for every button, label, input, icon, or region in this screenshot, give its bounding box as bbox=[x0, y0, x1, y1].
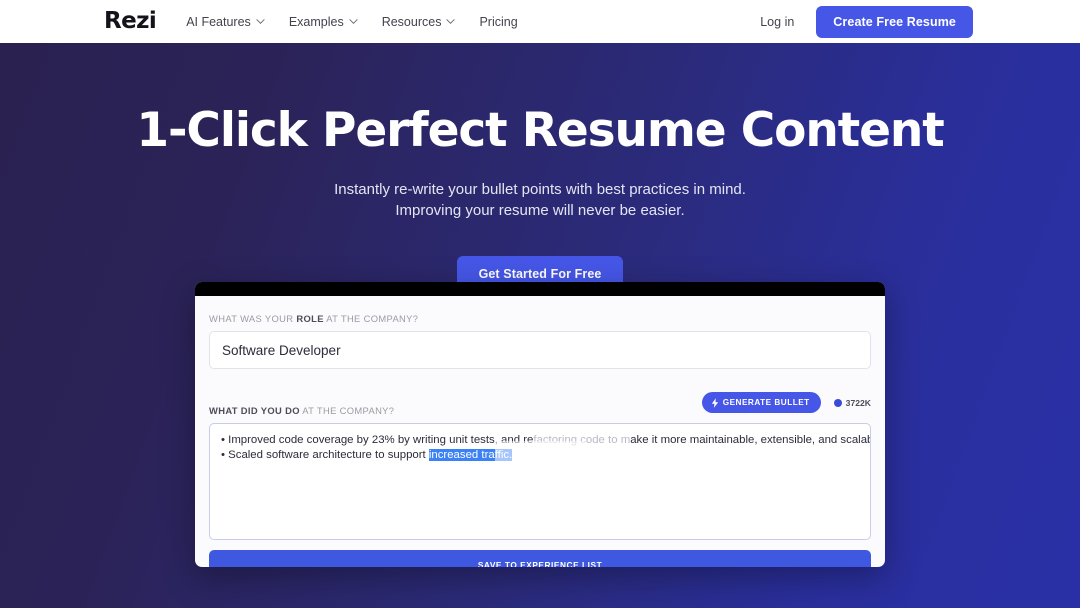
credit-coin-icon bbox=[833, 398, 842, 407]
chevron-down-icon bbox=[349, 17, 358, 25]
chevron-down-icon bbox=[446, 17, 456, 25]
page-title: 1-Click Perfect Resume Content bbox=[136, 103, 944, 158]
hero-subtitle: Instantly re-write your bullet points wi… bbox=[0, 179, 1080, 222]
lightning-bolt-icon bbox=[711, 398, 719, 408]
app-titlebar bbox=[195, 282, 885, 296]
credits-badge: 3722K bbox=[833, 397, 871, 408]
app-body: WHAT WAS YOUR ROLE AT THE COMPANY? Softw… bbox=[195, 296, 885, 567]
role-label-prefix: WHAT WAS YOUR bbox=[209, 313, 297, 324]
bullet-line-2-selected-text[interactable]: increased traffic. bbox=[428, 449, 513, 462]
nav-item-examples[interactable]: Examples bbox=[288, 14, 358, 29]
bullet-line-2-pre: • Scaled software architecture to suppor… bbox=[221, 449, 429, 462]
role-label-suffix: AT THE COMPANY? bbox=[323, 313, 419, 324]
did-label-bold: WHAT DID YOU DO bbox=[209, 405, 300, 416]
bullet-line-2: • Scaled software architecture to suppor… bbox=[221, 448, 859, 463]
hero-subtitle-line-1: Instantly re-write your bullet points wi… bbox=[334, 180, 746, 198]
nav-item-pricing-label: Pricing bbox=[479, 14, 518, 29]
bullet-line-1-post: ake it more maintainable, extensible, an… bbox=[630, 434, 871, 446]
nav-right-actions: Log in Create Free Resume bbox=[760, 5, 973, 38]
role-field-label: WHAT WAS YOUR ROLE AT THE COMPANY? bbox=[209, 313, 871, 324]
did-row: WHAT DID YOU DO AT THE COMPANY? GENERATE… bbox=[209, 392, 871, 416]
app-preview-card: WHAT WAS YOUR ROLE AT THE COMPANY? Softw… bbox=[195, 282, 885, 567]
nav-item-ai-features[interactable]: AI Features bbox=[186, 14, 265, 29]
save-to-experience-list-button[interactable]: SAVE TO EXPERIENCE LIST bbox=[209, 550, 871, 567]
role-input[interactable]: Software Developer bbox=[209, 331, 871, 369]
bullets-textarea[interactable]: • Improved code coverage by 23% by writi… bbox=[209, 423, 871, 540]
login-link[interactable]: Log in bbox=[760, 15, 794, 29]
role-input-value: Software Developer bbox=[222, 342, 341, 358]
did-label-suffix: AT THE COMPANY? bbox=[299, 405, 395, 416]
credits-value: 3722K bbox=[845, 397, 871, 408]
nav-item-pricing[interactable]: Pricing bbox=[479, 15, 517, 29]
chevron-down-icon bbox=[256, 17, 265, 25]
rezi-logo[interactable]: Rezi bbox=[104, 10, 157, 33]
nav-item-ai-features-label: AI Features bbox=[186, 14, 251, 29]
nav-item-examples-label: Examples bbox=[288, 14, 344, 29]
role-label-bold: ROLE bbox=[296, 313, 324, 324]
generate-bullet-label: GENERATE BULLET bbox=[722, 398, 810, 407]
nav-item-resources-label: Resources bbox=[381, 14, 442, 29]
did-field-label: WHAT DID YOU DO AT THE COMPANY? bbox=[209, 405, 394, 416]
top-navbar: Rezi AI Features Examples Resources Pric… bbox=[0, 0, 1080, 43]
generate-bullet-button[interactable]: GENERATE BULLET bbox=[701, 392, 821, 413]
bullet-line-1: • Improved code coverage by 23% by writi… bbox=[221, 433, 870, 448]
bullet-line-1-pre: • Improved code coverage by 23% by writi… bbox=[221, 434, 534, 446]
nav-links: AI Features Examples Resources Pricing bbox=[186, 15, 517, 29]
nav-item-resources[interactable]: Resources bbox=[381, 14, 456, 29]
bullet-line-1-dim: factoring code to m bbox=[533, 434, 631, 446]
create-free-resume-button[interactable]: Create Free Resume bbox=[816, 5, 973, 38]
hero-subtitle-line-2: Improving your resume will never be easi… bbox=[395, 201, 685, 219]
generate-group: GENERATE BULLET 3722K bbox=[701, 392, 871, 413]
